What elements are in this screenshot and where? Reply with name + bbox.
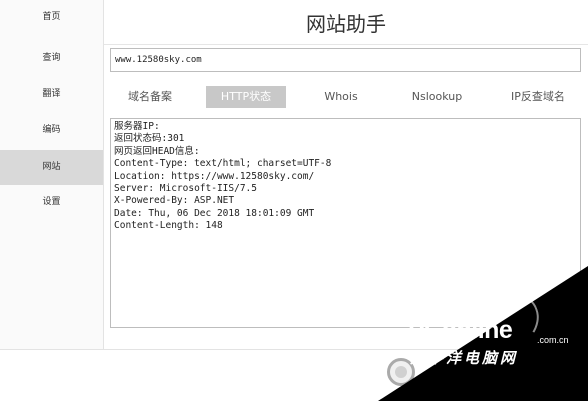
sidebar-item-label: 编码 xyxy=(42,125,61,135)
result-line: Server: Microsoft-IIS/7.5 xyxy=(114,183,257,195)
result-line: 网页返回HEAD信息: xyxy=(114,145,200,157)
sidebar-item-home[interactable]: 首页 xyxy=(0,0,103,35)
tab-domain-record[interactable]: 域名备案 xyxy=(114,86,186,108)
sidebar-item-label: 翻译 xyxy=(42,89,61,99)
result-line: Location: https://www.12580sky.com/ xyxy=(114,170,315,182)
header-divider xyxy=(104,44,588,45)
result-line: 服务器IP: xyxy=(114,121,160,132)
sidebar-item-query[interactable]: 查询 xyxy=(0,41,103,76)
tab-whois[interactable]: Whois xyxy=(308,86,374,108)
sidebar-item-website[interactable]: 网站 xyxy=(0,150,103,185)
page-title: 网站助手 xyxy=(306,12,386,36)
url-input[interactable]: www.12580sky.com xyxy=(110,48,581,72)
sidebar-item-label: 设置 xyxy=(42,197,61,207)
sidebar-item-encode[interactable]: 编码 xyxy=(0,113,103,148)
sidebar-item-label: 查询 xyxy=(42,53,61,63)
watermark-cn-text: 太平洋电脑网 xyxy=(410,349,519,367)
result-line: X-Powered-By: ASP.NET xyxy=(114,195,235,207)
result-line: Content-Type: text/html; charset=UTF-8 xyxy=(114,158,332,170)
result-line: 返回状态码:301 xyxy=(114,133,185,145)
result-line: Content-Length: 148 xyxy=(114,220,223,232)
tab-ip-reverse[interactable]: IP反查域名 xyxy=(496,86,580,108)
result-line: Date: Thu, 06 Dec 2018 18:01:09 GMT xyxy=(114,207,315,219)
watermark-domain: .com.cn xyxy=(537,335,569,345)
tab-http-status[interactable]: HTTP状态 xyxy=(206,86,286,108)
tab-nslookup[interactable]: Nslookup xyxy=(400,86,474,108)
sidebar-item-label: 首页 xyxy=(42,12,61,22)
sidebar-item-label: 网站 xyxy=(42,162,61,172)
sidebar-item-settings[interactable]: 设置 xyxy=(0,185,103,220)
sidebar-item-translate[interactable]: 翻译 xyxy=(0,77,103,112)
sidebar: 首页 查询 翻译 编码 网站 设置 xyxy=(0,0,104,349)
